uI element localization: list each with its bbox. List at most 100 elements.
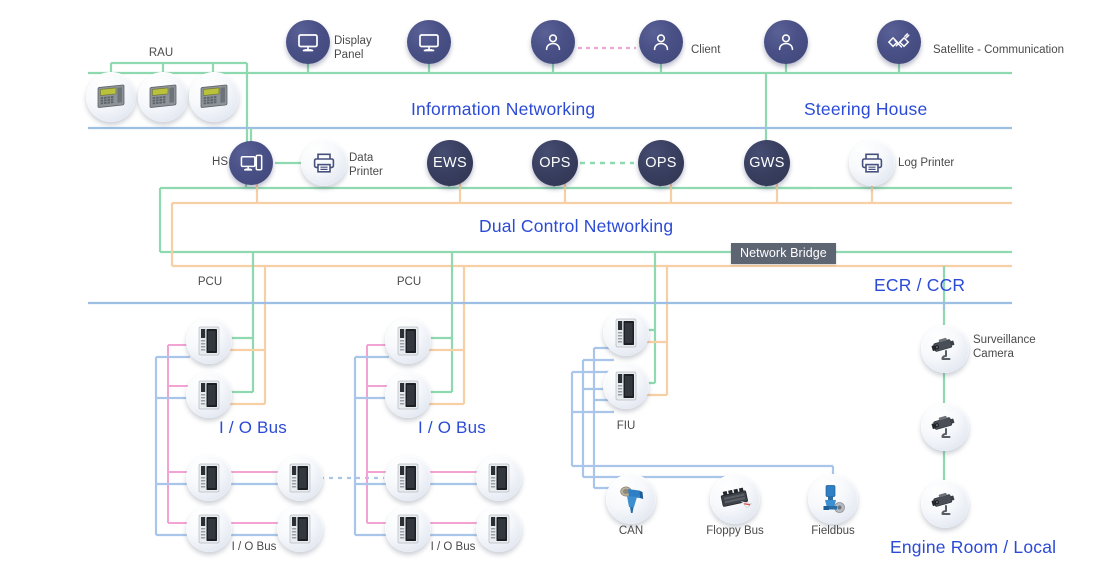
io-module-icon xyxy=(395,379,421,411)
zone-label-steering-house: Steering House xyxy=(804,99,928,119)
node-ews-label: EWS xyxy=(433,155,467,171)
surveillance-camera-2[interactable] xyxy=(921,403,969,451)
node-hs[interactable] xyxy=(229,141,273,185)
node-display-panel-1[interactable] xyxy=(286,20,330,64)
node-ops-2[interactable]: OPS xyxy=(638,140,684,186)
network-bridge-chip[interactable]: Network Bridge xyxy=(731,243,836,264)
node-ops-2-label: OPS xyxy=(645,155,677,171)
node-gws-label: GWS xyxy=(749,155,785,171)
user-icon xyxy=(775,31,797,53)
node-log-printer[interactable] xyxy=(849,140,895,186)
display-panel-label-line2: Panel xyxy=(334,49,364,61)
zone-label-dual-control-networking: Dual Control Networking xyxy=(479,216,674,236)
node-ops-1[interactable]: OPS xyxy=(532,140,578,186)
network-diagram: .g{stroke:#8fd9b0;stroke-width:2.2;fill:… xyxy=(0,0,1100,585)
io-module-icon xyxy=(287,462,313,494)
rau-unit-1[interactable] xyxy=(86,72,136,122)
io-module-icon xyxy=(196,325,222,357)
node-client-1[interactable] xyxy=(531,20,575,64)
zone-label-io-bus-left: I / O Bus xyxy=(219,418,287,437)
io-module-left-3[interactable] xyxy=(186,455,232,501)
device-fieldbus[interactable] xyxy=(808,474,858,524)
io-module-icon xyxy=(395,513,421,545)
io-module-left-6[interactable] xyxy=(277,506,323,552)
io-module-right-2[interactable] xyxy=(385,372,431,418)
io-module-right-5[interactable] xyxy=(476,455,522,501)
surveillance-camera-label-line2: Camera xyxy=(973,348,1014,360)
node-ops-1-label: OPS xyxy=(539,155,571,171)
printer-icon xyxy=(311,150,337,176)
node-client-2[interactable] xyxy=(639,20,683,64)
user-icon xyxy=(542,31,564,53)
log-printer-label: Log Printer xyxy=(898,157,955,169)
io-module-left-5[interactable] xyxy=(277,455,323,501)
monitor-icon xyxy=(417,30,441,54)
fieldbus-valve-icon xyxy=(817,483,849,515)
cctv-camera-icon xyxy=(930,490,960,518)
node-ews[interactable]: EWS xyxy=(427,140,473,186)
keypad-terminal-icon xyxy=(197,82,231,112)
can-label: CAN xyxy=(618,525,644,537)
device-can[interactable] xyxy=(606,474,656,524)
node-data-printer[interactable] xyxy=(301,140,347,186)
floppy-bus-label: Floppy Bus xyxy=(706,525,764,537)
pcu-label-left: PCU xyxy=(197,276,223,288)
io-module-icon xyxy=(395,325,421,357)
io-module-right-6[interactable] xyxy=(476,506,522,552)
hs-label: HS xyxy=(212,156,228,168)
cctv-camera-icon xyxy=(930,413,960,441)
rau-label: RAU xyxy=(148,47,174,59)
io-module-left-1[interactable] xyxy=(186,318,232,364)
rau-unit-2[interactable] xyxy=(138,72,188,122)
io-module-right-1[interactable] xyxy=(385,318,431,364)
monitor-icon xyxy=(296,30,320,54)
io-module-right-3[interactable] xyxy=(385,455,431,501)
io-module-left-4[interactable] xyxy=(186,506,232,552)
display-panel-label-line1: Display xyxy=(334,35,372,47)
zone-label-engine-room-local: Engine Room / Local xyxy=(890,537,1057,557)
io-module-icon xyxy=(395,462,421,494)
device-floppy-bus[interactable] xyxy=(710,474,760,524)
floppy-bus-icon xyxy=(718,484,752,514)
io-module-right-4[interactable] xyxy=(385,506,431,552)
printer-icon xyxy=(859,150,885,176)
fieldbus-label: Fieldbus xyxy=(811,525,855,537)
io-module-icon xyxy=(196,513,222,545)
io-bus-caption-left: I / O Bus xyxy=(231,541,277,553)
satellite-icon xyxy=(887,30,912,55)
fiu-module-1[interactable] xyxy=(603,310,649,356)
keypad-terminal-icon xyxy=(146,82,180,112)
user-icon xyxy=(650,31,672,53)
pcu-label-right: PCU xyxy=(396,276,422,288)
node-display-panel-2[interactable] xyxy=(407,20,451,64)
keypad-terminal-icon xyxy=(94,82,128,112)
surveillance-camera-3[interactable] xyxy=(921,480,969,528)
can-connector-icon xyxy=(615,482,647,516)
satellite-communication-label: Satellite - Communication xyxy=(933,44,1065,56)
io-module-icon xyxy=(196,462,222,494)
zone-label-ecr-ccr: ECR / CCR xyxy=(874,275,966,295)
node-gws[interactable]: GWS xyxy=(744,140,790,186)
fiu-module-2[interactable] xyxy=(603,363,649,409)
surveillance-camera-1[interactable] xyxy=(921,325,969,373)
surveillance-camera-label-line1: Surveillance xyxy=(973,334,1036,346)
zone-label-io-bus-right: I / O Bus xyxy=(418,418,486,437)
io-module-icon xyxy=(196,379,222,411)
zone-label-information-networking: Information Networking xyxy=(411,99,596,119)
rau-unit-3[interactable] xyxy=(189,72,239,122)
cctv-camera-icon xyxy=(930,335,960,363)
fiu-label: FIU xyxy=(616,420,636,432)
data-printer-label-line2: Printer xyxy=(349,166,383,178)
io-module-icon xyxy=(287,513,313,545)
workstation-icon xyxy=(239,152,264,175)
client-label: Client xyxy=(691,44,721,56)
io-module-icon xyxy=(486,462,512,494)
io-bus-caption-right: I / O Bus xyxy=(430,541,476,553)
io-module-icon xyxy=(613,370,639,402)
io-module-icon xyxy=(486,513,512,545)
io-module-icon xyxy=(613,317,639,349)
node-satellite[interactable] xyxy=(877,20,921,64)
io-module-left-2[interactable] xyxy=(186,372,232,418)
data-printer-label-line1: Data xyxy=(349,152,374,164)
node-client-3[interactable] xyxy=(764,20,808,64)
